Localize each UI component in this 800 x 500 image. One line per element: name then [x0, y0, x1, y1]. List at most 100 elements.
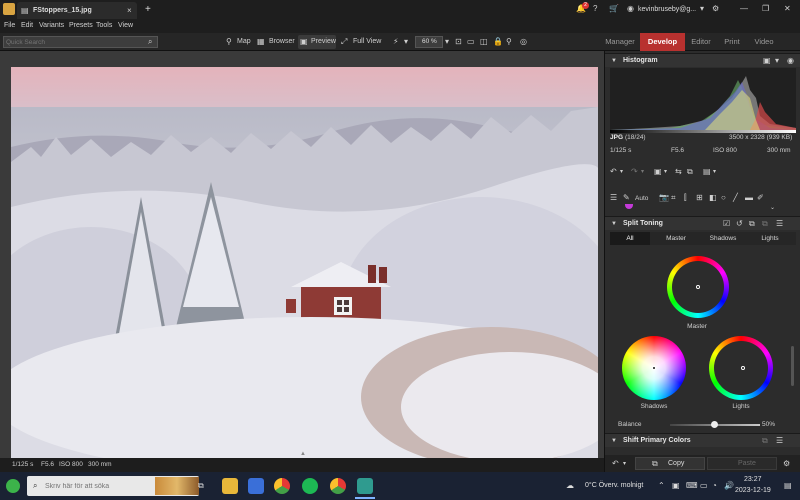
- menu-variants[interactable]: Variants: [39, 19, 64, 33]
- horizon-icon[interactable]: ⊞: [696, 193, 703, 203]
- mask-icon[interactable]: ◎: [520, 37, 527, 47]
- shadows-color-wheel[interactable]: [622, 336, 686, 400]
- zoom-field[interactable]: 60 %: [415, 36, 443, 48]
- zoner-studio-icon[interactable]: [357, 478, 373, 494]
- module-print-tab[interactable]: Print: [720, 33, 744, 51]
- split-toning-chevron-icon[interactable]: ▼: [611, 219, 617, 229]
- shift-colors-menu-icon[interactable]: ☰: [776, 436, 783, 446]
- panel-scrollbar[interactable]: [791, 346, 794, 386]
- redo-icon[interactable]: ↷: [631, 167, 638, 177]
- lightning-icon[interactable]: ⚡: [393, 37, 399, 47]
- task-view-icon[interactable]: ⧉: [198, 481, 204, 491]
- section-menu-icon[interactable]: ☰: [776, 219, 783, 229]
- network-icon[interactable]: ▭: [700, 481, 708, 491]
- menu-view[interactable]: View: [118, 19, 133, 33]
- file-explorer-icon[interactable]: [222, 478, 238, 494]
- file-tab[interactable]: ▤ FStoppers_15.jpg ×: [17, 2, 137, 19]
- menu-presets[interactable]: Presets: [69, 19, 93, 33]
- redo-dropdown-icon[interactable]: ▾: [641, 167, 644, 177]
- account-name[interactable]: kevinbruseby@g...: [638, 0, 696, 19]
- auto-button[interactable]: Auto: [635, 195, 648, 202]
- copy-icon[interactable]: ⧉: [749, 219, 755, 229]
- menu-edit[interactable]: Edit: [21, 19, 33, 33]
- taskbar-search[interactable]: ⌕: [27, 476, 199, 496]
- restore-icon[interactable]: ❐: [762, 4, 769, 14]
- chrome-profile-icon[interactable]: [330, 478, 346, 494]
- transform-icon[interactable]: ⫿: [684, 193, 687, 203]
- collapse-chevron-icon[interactable]: ▼: [611, 56, 617, 66]
- master-wheel-handle[interactable]: [696, 285, 700, 289]
- info-overlay-icon[interactable]: ⚲: [506, 37, 512, 47]
- zoom-dropdown-icon[interactable]: ▾: [445, 37, 449, 47]
- copy-settings-icon[interactable]: ⧉: [687, 167, 693, 177]
- settings-icon[interactable]: ⚙: [712, 4, 719, 14]
- tray-chevron-icon[interactable]: ⌃: [658, 481, 665, 491]
- menu-file[interactable]: File: [4, 19, 15, 33]
- taskbar-search-input[interactable]: [45, 480, 155, 492]
- view-browser-button[interactable]: Browser: [269, 33, 295, 51]
- start-button[interactable]: [6, 479, 20, 493]
- winter-landscape-photo[interactable]: [11, 67, 598, 458]
- tone-tab-all[interactable]: All: [610, 232, 650, 245]
- module-video-tab[interactable]: Video: [752, 33, 776, 51]
- bottom-undo-icon[interactable]: ↶: [612, 459, 619, 469]
- histogram-toggle-icon[interactable]: ◉: [787, 56, 794, 66]
- snapshot-dropdown-icon[interactable]: ▾: [664, 167, 667, 177]
- new-tab-button[interactable]: +: [145, 0, 151, 19]
- lights-wheel-handle[interactable]: [741, 366, 745, 370]
- gradient-filter-icon[interactable]: ▬: [745, 193, 753, 203]
- module-editor-tab[interactable]: Editor: [687, 33, 715, 51]
- close-window-icon[interactable]: ✕: [784, 4, 791, 14]
- balance-slider-handle[interactable]: [711, 421, 718, 428]
- undo-icon[interactable]: ↶: [610, 167, 617, 177]
- reset-icon[interactable]: ↺: [736, 219, 743, 229]
- bottom-undo-dropdown-icon[interactable]: ▾: [623, 459, 626, 469]
- copy-button[interactable]: ⧉ Copy: [635, 457, 705, 470]
- camera-icon[interactable]: 📷: [659, 193, 669, 203]
- panel-settings-icon[interactable]: ⚙: [783, 459, 790, 469]
- presets-icon[interactable]: ▤: [703, 167, 711, 177]
- module-develop-tab[interactable]: Develop: [640, 33, 685, 51]
- image-viewer[interactable]: ▲: [0, 51, 604, 458]
- lightning-dropdown-icon[interactable]: ▾: [404, 37, 408, 47]
- fit-icon[interactable]: ⊡: [455, 37, 462, 47]
- enable-checkbox-icon[interactable]: ☑: [723, 219, 730, 229]
- quick-search-input[interactable]: [6, 37, 146, 47]
- store-icon[interactable]: [248, 478, 264, 494]
- shift-colors-copy-icon[interactable]: ⧉: [762, 436, 768, 446]
- radial-icon[interactable]: ○: [721, 193, 726, 203]
- presets-dropdown-icon[interactable]: ▾: [713, 167, 716, 177]
- tone-tab-shadows[interactable]: Shadows: [702, 232, 744, 245]
- gradient-icon[interactable]: ◧: [709, 193, 717, 203]
- clock-time[interactable]: 23:27: [744, 476, 762, 483]
- keyboard-icon[interactable]: ⌨: [686, 481, 698, 491]
- histogram-dropdown-icon[interactable]: ▾: [775, 56, 779, 66]
- volume-icon[interactable]: 🔊: [724, 481, 734, 491]
- actual-size-icon[interactable]: ▭: [467, 37, 475, 47]
- chrome-icon[interactable]: [274, 478, 290, 494]
- crop-icon[interactable]: ⌗: [671, 193, 676, 203]
- menu-tools[interactable]: Tools: [96, 19, 112, 33]
- compare-icon[interactable]: ◫: [480, 37, 488, 47]
- shift-colors-chevron-icon[interactable]: ▼: [611, 436, 617, 446]
- clock-date[interactable]: 2023-12-19: [735, 487, 771, 494]
- tools-expand-icon[interactable]: ⌄: [770, 203, 775, 213]
- weather-text[interactable]: 0°C Överv. molnigt: [585, 482, 643, 489]
- lights-color-wheel[interactable]: [709, 336, 773, 400]
- help-icon[interactable]: ?: [593, 4, 597, 14]
- undo-dropdown-icon[interactable]: ▾: [620, 167, 623, 177]
- cart-icon[interactable]: 🛒: [609, 4, 619, 14]
- histogram-header[interactable]: ▼ Histogram ▣ ▾ ◉: [605, 53, 800, 67]
- split-toning-header[interactable]: ▼ Split Toning ☑ ↺ ⧉ ⧉ ☰: [605, 216, 800, 230]
- module-manager-tab[interactable]: Manager: [602, 33, 638, 51]
- healing-icon[interactable]: ✐: [757, 193, 764, 203]
- notifications-icon[interactable]: ▤: [784, 481, 792, 491]
- shift-primary-colors-header[interactable]: ▼ Shift Primary Colors ⧉ ☰: [605, 433, 800, 447]
- sync-icon[interactable]: ⇆: [675, 167, 682, 177]
- close-tab-icon[interactable]: ×: [127, 6, 132, 16]
- tray-app-icon[interactable]: ▣: [672, 481, 680, 491]
- brush-icon[interactable]: ╱: [733, 193, 738, 203]
- snapshot-icon[interactable]: ▣: [654, 167, 662, 177]
- tone-tab-master[interactable]: Master: [656, 232, 696, 245]
- lock-icon[interactable]: 🔒: [493, 37, 503, 47]
